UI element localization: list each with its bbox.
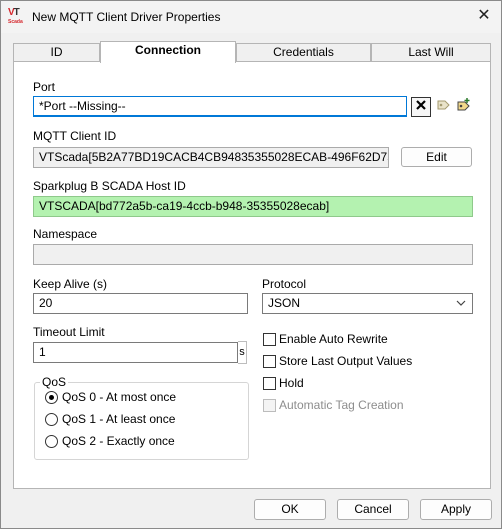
namespace-field — [33, 244, 473, 265]
protocol-select[interactable]: JSON — [262, 293, 473, 314]
chevron-down-icon — [456, 296, 466, 313]
logo-letter-t: T — [13, 7, 20, 18]
clear-x-icon[interactable] — [411, 97, 431, 117]
qos-title: QoS — [40, 375, 69, 389]
hold-label: Hold — [279, 376, 304, 390]
tab-connection[interactable]: Connection — [100, 41, 236, 63]
tab-strip: ID Connection Credentials Last Will — [13, 41, 491, 63]
protocol-selected-value: JSON — [268, 296, 301, 310]
dialog-window: VT Scada New MQTT Client Driver Properti… — [0, 0, 502, 529]
tab-last-will[interactable]: Last Will — [371, 43, 491, 62]
namespace-label: Namespace — [33, 227, 98, 241]
new-tag-icon[interactable] — [454, 97, 474, 117]
hold-checkbox[interactable] — [263, 377, 276, 390]
qos0-radio[interactable] — [45, 391, 58, 404]
auto-rewrite-label: Enable Auto Rewrite — [279, 332, 388, 346]
tab-credentials[interactable]: Credentials — [236, 43, 371, 62]
sparkplug-label: Sparkplug B SCADA Host ID — [33, 179, 186, 193]
keep-alive-field[interactable]: 20 — [33, 293, 248, 314]
keep-alive-label: Keep Alive (s) — [33, 277, 108, 291]
qos1-label: QoS 1 - At least once — [62, 412, 176, 426]
ok-button[interactable]: OK — [254, 499, 326, 520]
auto-rewrite-checkbox[interactable] — [263, 333, 276, 346]
client-id-label: MQTT Client ID — [33, 129, 117, 143]
qos0-label: QoS 0 - At most once — [62, 390, 177, 404]
logo-subtext: Scada — [8, 19, 23, 25]
auto-tag-creation-checkbox[interactable] — [263, 399, 276, 412]
edit-client-id-button[interactable]: Edit — [401, 147, 472, 167]
port-field[interactable]: *Port --Missing-- — [33, 96, 407, 117]
qos2-label: QoS 2 - Exactly once — [62, 434, 175, 448]
connection-panel: Port *Port --Missing-- MQTT Client ID VT… — [13, 61, 491, 489]
apply-button[interactable]: Apply — [420, 499, 492, 520]
tab-id[interactable]: ID — [13, 43, 100, 62]
tag-browse-icon[interactable] — [433, 97, 453, 117]
port-label: Port — [33, 80, 56, 94]
sparkplug-host-id-field[interactable]: VTSCADA[bd772a5b-ca19-4ccb-b948-35355028… — [33, 196, 473, 217]
timeout-unit: s — [238, 341, 247, 364]
window-title: New MQTT Client Driver Properties — [32, 10, 221, 24]
close-icon[interactable]: ✕ — [471, 3, 497, 29]
auto-tag-creation-label: Automatic Tag Creation — [279, 398, 404, 412]
title-bar: VT Scada New MQTT Client Driver Properti… — [1, 1, 501, 33]
vtscada-logo-icon: VT Scada — [8, 7, 26, 26]
qos1-radio[interactable] — [45, 413, 58, 426]
store-last-label: Store Last Output Values — [279, 354, 413, 368]
store-last-checkbox[interactable] — [263, 355, 276, 368]
cancel-button[interactable]: Cancel — [337, 499, 409, 520]
client-id-field: VTScada[5B2A77BD19CACB4CB94835355028ECAB… — [33, 147, 389, 168]
timeout-label: Timeout Limit — [33, 325, 105, 339]
timeout-field[interactable]: 1 — [33, 342, 238, 363]
protocol-label: Protocol — [262, 277, 307, 291]
qos2-radio[interactable] — [45, 435, 58, 448]
